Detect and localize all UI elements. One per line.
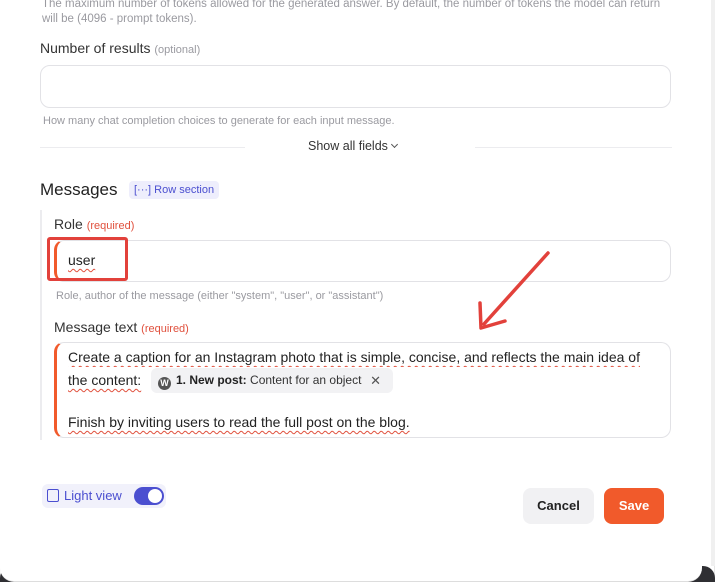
- light-view-toggle[interactable]: Light view: [42, 484, 166, 508]
- divider-left: [40, 147, 245, 148]
- optional-tag: (optional): [154, 44, 201, 56]
- required-tag: (required): [86, 220, 135, 232]
- form-panel: The maximum number of tokens allowed for…: [0, 0, 715, 582]
- close-icon[interactable]: ✕: [370, 368, 381, 393]
- variable-chip[interactable]: W 1. New post: Content for an object ✕: [151, 368, 393, 393]
- light-view-icon: [47, 489, 59, 502]
- panel-bottom: [0, 566, 702, 582]
- chevron-down-icon: [390, 140, 398, 149]
- toggle-switch[interactable]: [134, 487, 164, 505]
- message-text-label: Message text (required): [54, 319, 189, 335]
- messages-title: Messages: [40, 180, 118, 199]
- message-line-2: the content:: [68, 372, 142, 388]
- row-section-icon: [···]: [134, 184, 152, 196]
- number-of-results-input[interactable]: [40, 65, 671, 108]
- role-help: Role, author of the message (either "sys…: [56, 290, 384, 302]
- number-of-results-help: How many chat completion choices to gene…: [43, 115, 395, 127]
- number-of-results-label: Number of results (optional): [40, 40, 201, 56]
- scrollbar[interactable]: [711, 0, 715, 566]
- message-line-1: Create a caption for an Instagram photo …: [68, 349, 640, 365]
- row-section-badge: [···] Row section: [129, 181, 220, 199]
- annotation-highlight-box: [47, 237, 128, 281]
- wordpress-icon: W: [158, 377, 171, 390]
- save-button[interactable]: Save: [604, 488, 664, 524]
- toggle-knob: [148, 489, 162, 503]
- message-line-3: Finish by inviting users to read the ful…: [68, 414, 410, 430]
- required-tag: (required): [141, 323, 189, 335]
- role-input[interactable]: [54, 240, 671, 282]
- divider-right: [475, 147, 672, 148]
- row-section-rail: [40, 210, 42, 440]
- cancel-button[interactable]: Cancel: [523, 488, 594, 524]
- max-tokens-help: The maximum number of tokens allowed for…: [42, 0, 661, 25]
- role-label: Role (required): [54, 216, 135, 232]
- show-all-fields-button[interactable]: Show all fields: [308, 139, 398, 153]
- show-all-fields-divider: Show all fields: [40, 138, 672, 156]
